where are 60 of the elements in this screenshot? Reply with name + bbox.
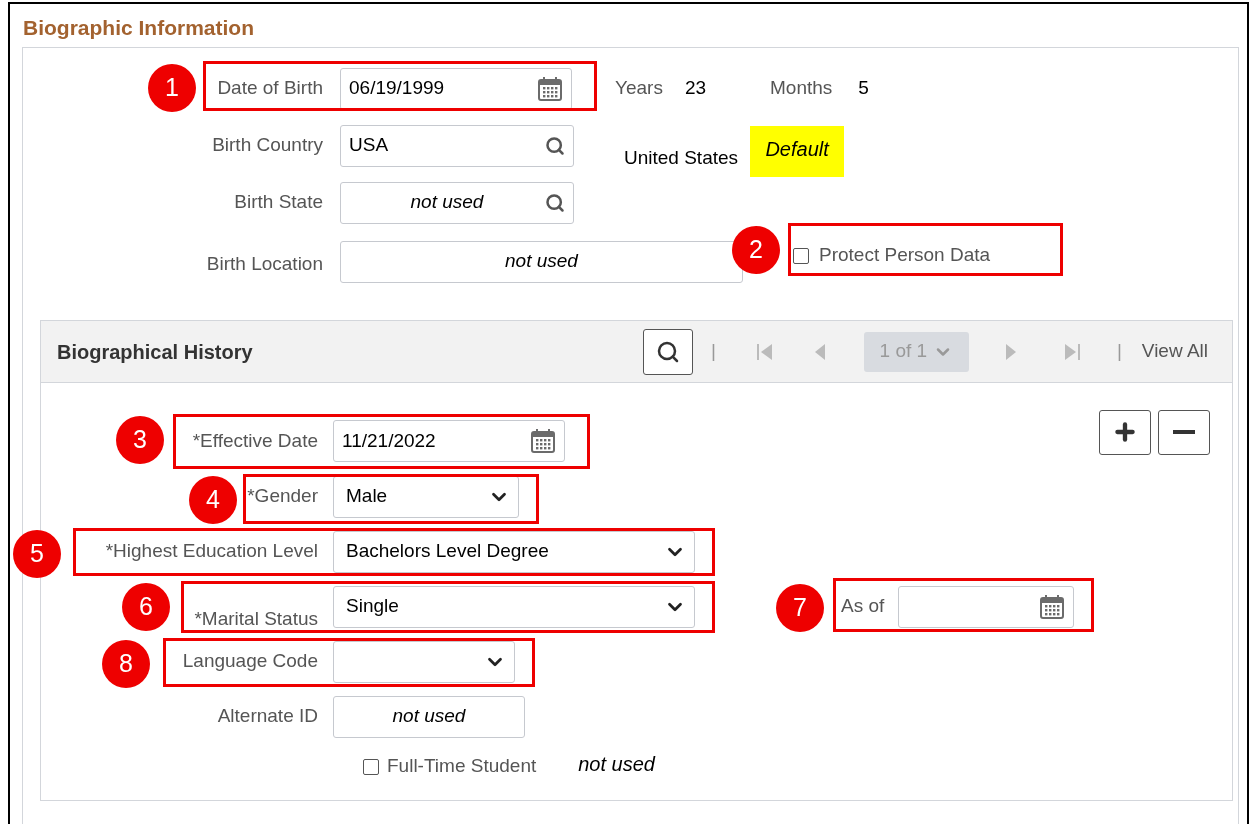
date-field[interactable] xyxy=(898,585,1075,628)
field-label: Birth State xyxy=(234,190,323,215)
date-field[interactable]: 06/19/1999 xyxy=(340,67,572,110)
text-field[interactable]: not used xyxy=(333,695,525,738)
field-label: *Marital Status xyxy=(194,607,318,632)
note-text: not used xyxy=(409,190,485,215)
field-label: Birth Location xyxy=(206,252,323,277)
plus-icon xyxy=(1112,419,1138,445)
field-label: Date of Birth xyxy=(217,76,323,101)
country-description: United States xyxy=(624,146,739,171)
checkbox[interactable] xyxy=(793,247,809,264)
search-icon xyxy=(655,339,680,364)
callout-number: 8 xyxy=(102,640,150,688)
history-title: Biographical History xyxy=(57,339,253,365)
dropdown-field[interactable] xyxy=(333,640,515,683)
search-icon[interactable] xyxy=(545,135,565,156)
callout-number: 2 xyxy=(732,226,780,274)
lookup-field[interactable]: USA xyxy=(340,124,574,167)
separator: | xyxy=(1116,339,1122,364)
field-label: Language Code xyxy=(182,649,318,674)
default-tag: Default xyxy=(750,126,845,177)
dropdown-field[interactable]: Male xyxy=(333,475,519,518)
field-label: Birth Country xyxy=(212,133,323,158)
months-value: 5 xyxy=(858,76,869,101)
checkbox-label: Protect Person Data xyxy=(819,243,991,268)
callout-number: 7 xyxy=(776,584,824,632)
note-text: not used xyxy=(391,704,467,729)
field-label: As of xyxy=(841,594,885,619)
date-field[interactable]: 11/21/2022 xyxy=(333,420,565,462)
separator: | xyxy=(710,339,716,364)
field-label: *Gender xyxy=(247,484,318,509)
add-row-button[interactable] xyxy=(1099,409,1151,455)
dropdown-field[interactable]: Bachelors Level Degree xyxy=(333,530,695,573)
calendar-icon[interactable] xyxy=(530,428,556,454)
search-icon[interactable] xyxy=(545,192,565,213)
note-text: not used xyxy=(504,249,580,274)
checkbox[interactable] xyxy=(363,758,379,775)
callout-number: 6 xyxy=(122,583,170,631)
years-value: 23 xyxy=(684,76,707,101)
field-label: Months xyxy=(770,76,833,101)
text-field[interactable]: not used xyxy=(340,240,743,283)
field-label: Alternate ID xyxy=(217,704,318,729)
search-button[interactable] xyxy=(642,328,693,375)
field-label: Years xyxy=(615,76,663,101)
lookup-field[interactable]: not used xyxy=(340,181,574,224)
minus-icon xyxy=(1173,430,1195,434)
callout-number: 4 xyxy=(189,476,237,524)
delete-row-button[interactable] xyxy=(1158,409,1210,455)
field-label: *Effective Date xyxy=(192,428,318,453)
callout-number: 5 xyxy=(13,530,61,578)
dropdown-field[interactable]: Single xyxy=(333,585,695,628)
calendar-icon[interactable] xyxy=(537,75,563,102)
callout-number: 1 xyxy=(148,64,196,112)
checkbox-label: Full-Time Student xyxy=(387,754,537,779)
field-label: *Highest Education Level xyxy=(105,539,318,564)
callout-number: 3 xyxy=(116,416,164,464)
calendar-icon[interactable] xyxy=(1039,593,1066,620)
view-all-link[interactable]: View All xyxy=(1141,337,1208,366)
section-title: Biographic Information xyxy=(23,15,254,41)
note-text: not used xyxy=(578,751,655,777)
